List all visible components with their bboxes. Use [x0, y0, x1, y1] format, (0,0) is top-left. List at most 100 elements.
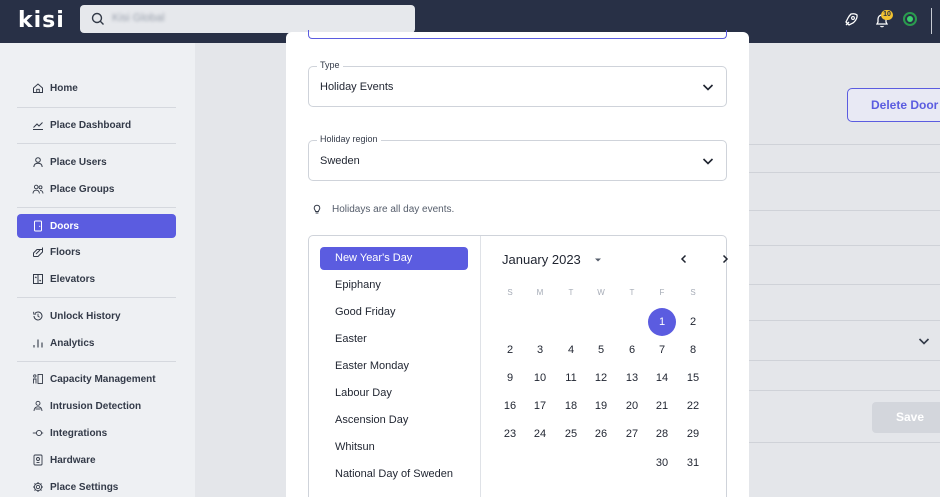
sidebar-item-unlock-history[interactable]: Unlock History	[17, 304, 176, 328]
holiday-item[interactable]: Easter	[320, 328, 468, 351]
calendar-day[interactable]: 29	[679, 420, 707, 448]
holiday-item[interactable]: National Day of Sweden	[320, 463, 468, 486]
weekday-label: F	[659, 288, 665, 297]
sidebar-item-label: Doors	[50, 220, 79, 232]
calendar-day[interactable]: 18	[557, 392, 585, 420]
home-icon	[33, 83, 43, 93]
calendar-day[interactable]: 3	[526, 336, 554, 364]
calendar-day[interactable]: 28	[648, 420, 676, 448]
topbar-divider	[931, 8, 932, 34]
calendar-day[interactable]: 24	[526, 420, 554, 448]
calendar-day[interactable]: 9	[496, 364, 524, 392]
calendar-day[interactable]: 30	[648, 449, 676, 477]
calendar-day[interactable]: 4	[557, 336, 585, 364]
sidebar-divider	[17, 207, 176, 208]
search-icon	[91, 12, 104, 25]
sidebar-item-place-groups[interactable]: Place Groups	[17, 177, 176, 201]
calendar-day[interactable]: 26	[587, 420, 615, 448]
name-field[interactable]	[308, 30, 727, 39]
calendar-day[interactable]: 23	[496, 420, 524, 448]
calendar-day[interactable]: 16	[496, 392, 524, 420]
bar-chart-icon	[33, 339, 43, 348]
sidebar-item-home[interactable]: Home	[17, 76, 176, 100]
holiday-item[interactable]: Good Friday	[320, 301, 468, 324]
calendar-day[interactable]: 10	[526, 364, 554, 392]
holiday-item[interactable]: New Year's Day	[320, 247, 468, 270]
calendar-day[interactable]: 19	[587, 392, 615, 420]
save-button[interactable]: Save	[872, 402, 940, 433]
content-divider	[748, 284, 940, 285]
kisi-logo[interactable]: kisi	[18, 8, 65, 33]
month-selector[interactable]: January 2023	[502, 252, 603, 267]
user-icon	[33, 157, 43, 168]
calendar-day[interactable]: 7	[648, 336, 676, 364]
chevron-down-icon[interactable]	[917, 334, 931, 348]
sidebar-item-intrusion-detection[interactable]: Intrusion Detection	[17, 394, 176, 418]
all-day-hint: Holidays are all day events.	[310, 202, 454, 216]
calendar-day[interactable]: 20	[618, 392, 646, 420]
content-divider	[748, 245, 940, 246]
holiday-item[interactable]: Easter Monday	[320, 355, 468, 378]
caret-down-icon	[594, 258, 601, 261]
holiday-item[interactable]: Whitsun	[320, 436, 468, 459]
hardware-icon	[33, 454, 43, 466]
weekday-label: S	[690, 288, 696, 297]
chevron-left-icon[interactable]	[678, 253, 690, 265]
sidebar-item-analytics[interactable]: Analytics	[17, 331, 176, 355]
content-divider	[748, 390, 940, 391]
sidebar-item-place-dashboard[interactable]: Place Dashboard	[17, 113, 176, 137]
delete-door-button[interactable]: Delete Door	[847, 88, 940, 122]
chevron-right-icon[interactable]	[719, 253, 731, 265]
rocket-icon[interactable]	[842, 11, 860, 29]
weekday-label: T	[568, 288, 574, 297]
holiday-region-select[interactable]: Holiday region Sweden	[308, 134, 727, 181]
sidebar-divider	[17, 107, 176, 108]
sidebar-item-label: Unlock History	[50, 310, 121, 322]
calendar-day[interactable]: 22	[679, 392, 707, 420]
sidebar-item-label: Place Dashboard	[50, 119, 132, 131]
sidebar-item-doors[interactable]: Doors	[17, 214, 176, 238]
calendar-day[interactable]: 2	[679, 308, 707, 336]
calendar-day[interactable]: 15	[679, 364, 707, 392]
sidebar-divider	[17, 143, 176, 144]
notification-badge: 10	[881, 10, 893, 20]
calendar-day[interactable]: 6	[618, 336, 646, 364]
calendar-day[interactable]: 25	[557, 420, 585, 448]
sidebar-item-floors[interactable]: Floors	[17, 240, 176, 264]
sidebar-item-place-users[interactable]: Place Users	[17, 150, 176, 174]
sidebar-item-place-settings[interactable]: Place Settings	[17, 475, 176, 497]
content-divider	[748, 320, 940, 321]
weekday-label: W	[597, 288, 605, 297]
sidebar-item-label: Capacity Management	[50, 373, 156, 385]
sidebar-item-label: Integrations	[50, 427, 108, 439]
holiday-region-label: Holiday region	[317, 134, 381, 144]
calendar-day[interactable]: 17	[526, 392, 554, 420]
calendar-day[interactable]: 2	[496, 336, 524, 364]
calendar-day[interactable]: 12	[587, 364, 615, 392]
calendar-day[interactable]: 31	[679, 449, 707, 477]
calendar-day[interactable]: 21	[648, 392, 676, 420]
month-label: January 2023	[502, 252, 581, 267]
holiday-item[interactable]: Labour Day	[320, 382, 468, 405]
sidebar-item-label: Place Users	[50, 156, 107, 168]
sidebar-item-hardware[interactable]: Hardware	[17, 448, 176, 472]
holiday-item[interactable]: Ascension Day	[320, 409, 468, 432]
calendar-day[interactable]: 8	[679, 336, 707, 364]
weekday-label: S	[507, 288, 513, 297]
chevron-down-icon	[702, 158, 714, 165]
calendar-day[interactable]: 1	[648, 308, 676, 336]
calendar-day[interactable]: 13	[618, 364, 646, 392]
search-bar[interactable]: Kisi Global	[80, 5, 415, 33]
holiday-item[interactable]: Epiphany	[320, 274, 468, 297]
calendar-day[interactable]: 27	[618, 420, 646, 448]
calendar-day[interactable]: 5	[587, 336, 615, 364]
sidebar-item-integrations[interactable]: Integrations	[17, 421, 176, 445]
elevator-icon	[33, 274, 43, 284]
calendar-day[interactable]: 14	[648, 364, 676, 392]
sidebar-item-elevators[interactable]: Elevators	[17, 267, 176, 291]
type-select[interactable]: Type Holiday Events	[308, 60, 727, 107]
calendar-day[interactable]: 11	[557, 364, 585, 392]
content-divider	[748, 442, 940, 443]
content-divider	[748, 144, 940, 145]
sidebar-item-capacity-management[interactable]: Capacity Management	[17, 367, 176, 391]
